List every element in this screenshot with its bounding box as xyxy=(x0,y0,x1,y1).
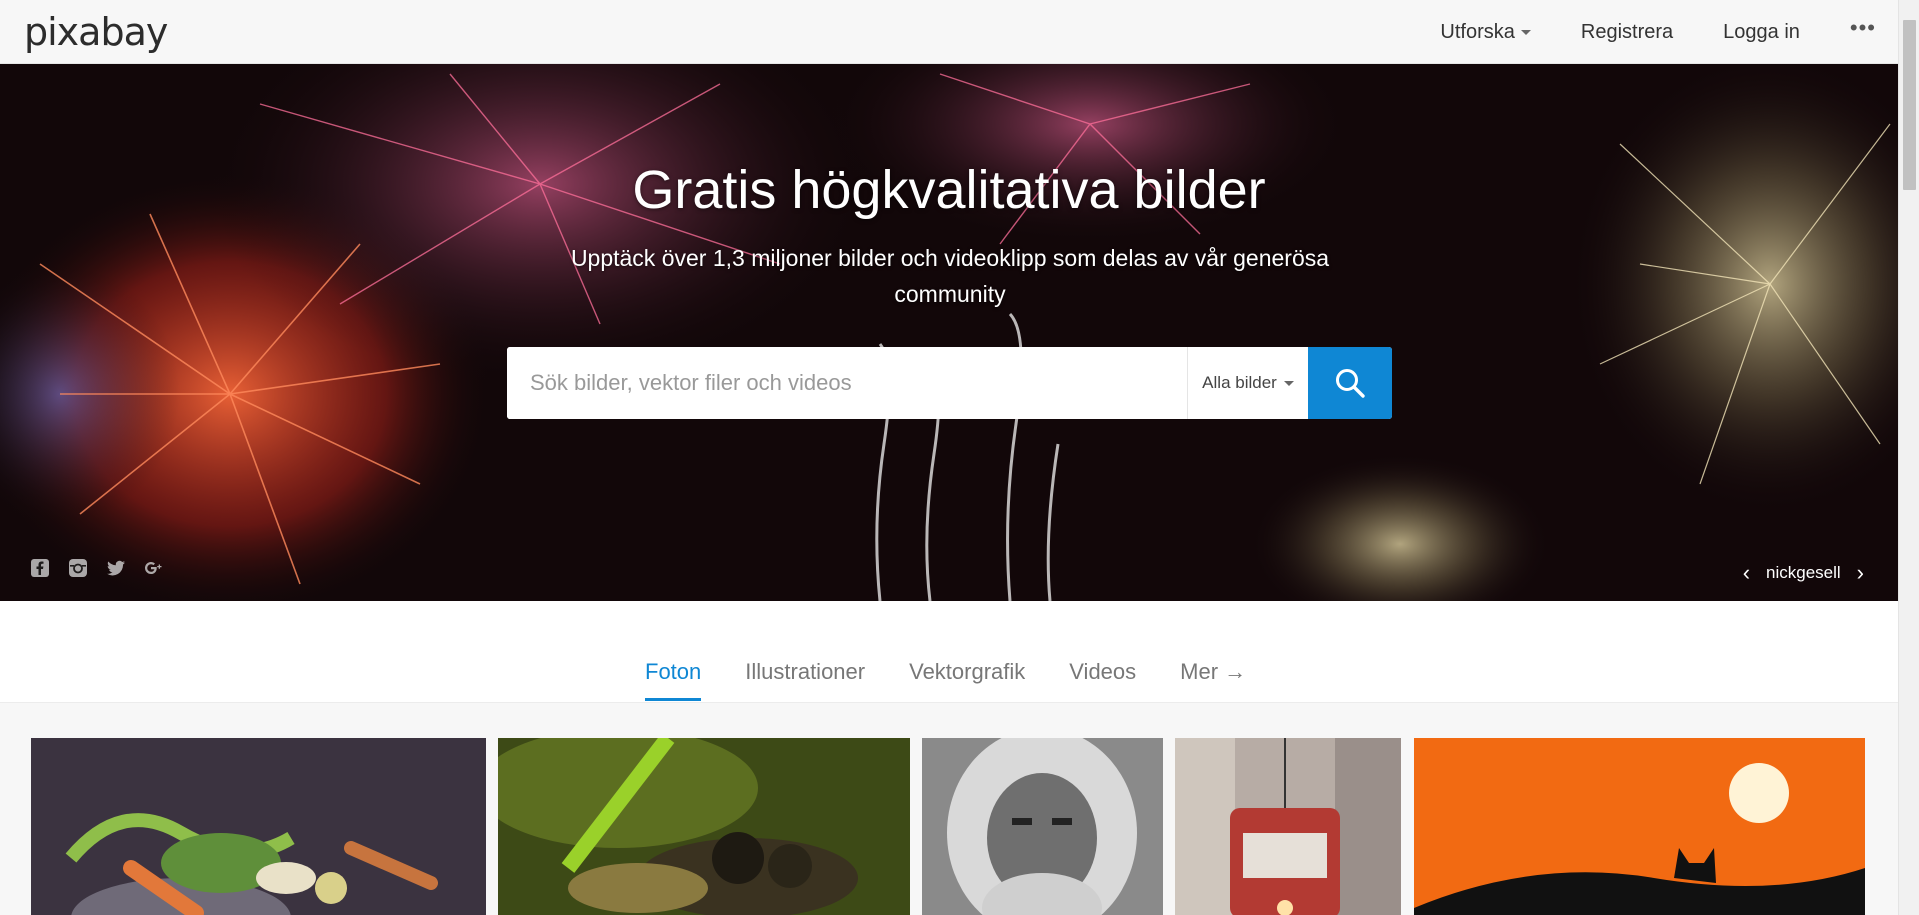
nav-explore-label: Utforska xyxy=(1440,20,1515,43)
chevron-down-icon xyxy=(1520,29,1531,35)
hero-subtitle: Upptäck över 1,3 miljoner bilder och vid… xyxy=(570,245,1330,307)
instagram-icon[interactable] xyxy=(68,558,88,578)
chevron-down-icon xyxy=(1283,380,1294,386)
nav-register-link[interactable]: Registrera xyxy=(1581,21,1673,44)
hero-title: Gratis högkvalitativa bilder xyxy=(632,160,1266,220)
photo-gallery xyxy=(0,703,1898,915)
nav-explore-dropdown[interactable]: Utforska xyxy=(1440,20,1531,44)
media-type-tabs-bar: Foton Illustrationer Vektorgrafik Videos… xyxy=(0,601,1898,703)
gallery-photo-vegetables[interactable] xyxy=(31,738,486,915)
next-photo-arrow[interactable]: › xyxy=(1849,562,1872,584)
more-menu-icon[interactable]: ••• xyxy=(1850,17,1876,41)
social-links xyxy=(30,558,164,578)
photo-credit: ‹ nickgesell › xyxy=(1735,562,1872,584)
fireworks-background-image xyxy=(0,64,1898,601)
previous-photo-arrow[interactable]: ‹ xyxy=(1735,562,1758,584)
scrollbar-thumb[interactable] xyxy=(1903,20,1916,190)
hero-banner: Gratis högkvalitativa bilder Upptäck öve… xyxy=(0,64,1898,601)
twitter-icon[interactable] xyxy=(106,558,126,578)
gallery-photo-old-man[interactable] xyxy=(922,738,1163,915)
nav-login-link[interactable]: Logga in xyxy=(1723,21,1800,44)
gallery-photo-tram[interactable] xyxy=(1175,738,1401,915)
media-type-tabs: Foton Illustrationer Vektorgrafik Videos… xyxy=(645,659,1246,701)
tab-photos[interactable]: Foton xyxy=(645,659,702,701)
tab-videos[interactable]: Videos xyxy=(1069,659,1136,701)
page-scrollbar[interactable] xyxy=(1898,0,1919,915)
top-header: pixabay Utforska Registrera Logga in ••• xyxy=(0,0,1898,64)
pixabay-logo[interactable]: pixabay xyxy=(24,12,168,52)
google-plus-icon[interactable] xyxy=(144,558,164,578)
search-type-dropdown[interactable]: Alla bilder xyxy=(1187,347,1308,419)
search-button[interactable] xyxy=(1308,347,1392,419)
search-input[interactable] xyxy=(507,347,1187,419)
tab-more[interactable]: Mer → xyxy=(1180,659,1246,701)
facebook-icon[interactable] xyxy=(30,558,50,578)
search-bar: Alla bilder xyxy=(507,347,1392,419)
photographer-name[interactable]: nickgesell xyxy=(1758,563,1849,583)
tab-vectors[interactable]: Vektorgrafik xyxy=(909,659,1025,701)
search-type-label: Alla bilder xyxy=(1202,373,1277,392)
search-icon xyxy=(1336,369,1365,398)
gallery-photo-cat-sunset[interactable] xyxy=(1414,738,1865,915)
gallery-photo-insect[interactable] xyxy=(498,738,910,915)
top-nav: Utforska Registrera Logga in ••• xyxy=(1440,0,1898,64)
tab-illustrations[interactable]: Illustrationer xyxy=(745,659,865,701)
